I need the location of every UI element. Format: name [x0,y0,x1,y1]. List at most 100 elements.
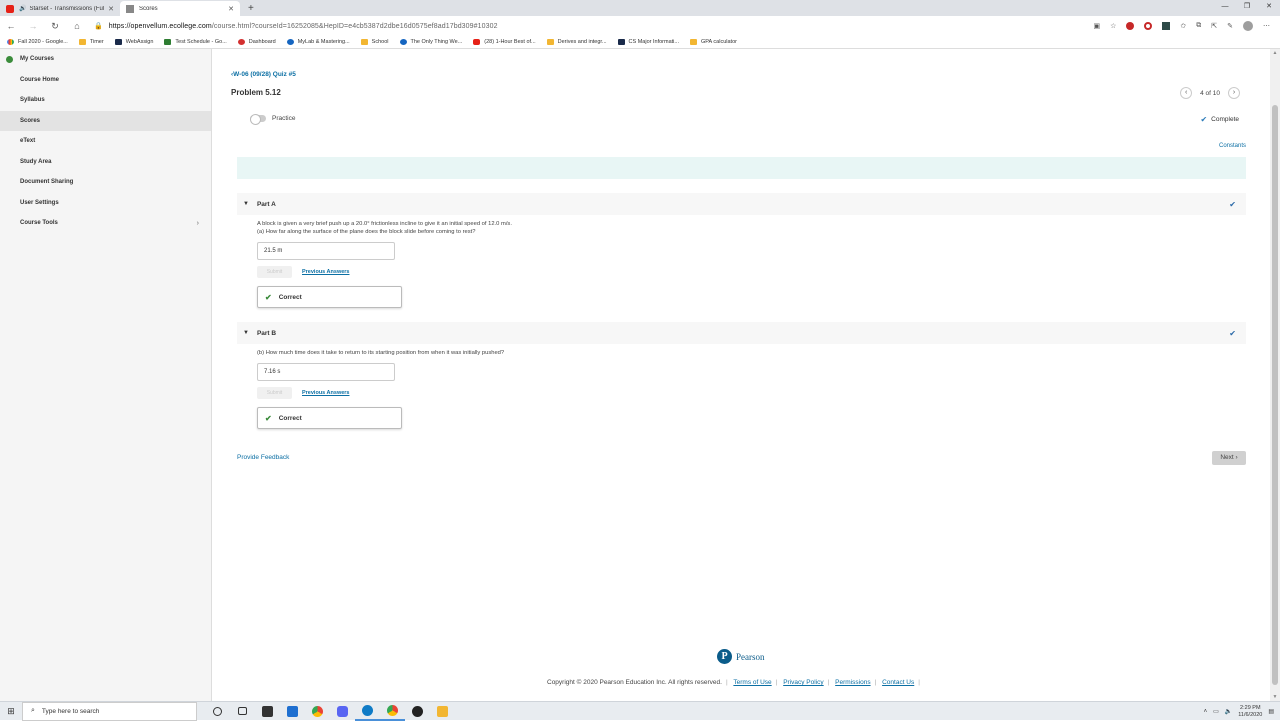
network-icon[interactable]: ▭ [1213,708,1219,715]
close-tab-icon[interactable]: ✕ [108,5,114,13]
bookmarks-bar: Fall 2020 - Google... Timer WebAssign Te… [0,36,1280,49]
next-button[interactable]: Next › [1212,451,1246,465]
folder-icon [689,39,697,45]
previous-problem-icon[interactable]: ‹ [1180,87,1193,99]
scroll-down-icon[interactable]: ▼ [1270,694,1280,700]
forward-icon[interactable]: → [22,21,44,31]
next-problem-icon[interactable]: › [1228,87,1240,99]
sidebar-item-scores[interactable]: Scores [0,110,211,131]
part-b-previous-answers-link[interactable]: Previous Answers [302,390,349,396]
clock[interactable]: 2:29 PM 11/6/2020 [1238,705,1262,719]
mylab-icon [286,39,294,45]
home-icon[interactable]: ⌂ [66,21,88,31]
sidebar-item-course-home[interactable]: Course Home [0,70,211,91]
taskbar-search-input[interactable]: ⌕ Type here to search [22,701,197,721]
sidebar-item-my-courses[interactable]: My Courses [0,49,211,70]
star-icon[interactable]: ☆ [1110,22,1116,30]
provide-feedback-link[interactable]: Provide Feedback [237,454,289,461]
extension-red-icon[interactable] [1126,22,1135,30]
part-b-question: (b) How much time does it take to return… [257,350,505,356]
tab-scores[interactable]: Scores ✕ [120,1,240,16]
part-a-submit-button[interactable]: Submit [257,266,292,278]
favorites-icon[interactable]: ✩ [1180,22,1186,30]
sidebar-item-course-tools[interactable]: Course Tools › [0,213,211,234]
my-courses-icon [6,55,13,63]
collections-icon[interactable]: ⧉ [1196,22,1201,30]
constants-link[interactable]: Constants [1219,143,1246,149]
part-b-correct-box: ✔ Correct [257,407,402,429]
back-to-quiz-link[interactable]: ‹W-06 (09/28) Quiz #5 [231,71,296,78]
new-tab-icon[interactable]: + [248,1,254,16]
back-icon[interactable]: ← [0,21,22,31]
part-a-previous-answers-link[interactable]: Previous Answers [302,269,349,275]
feedback-icon[interactable]: ✎ [1227,22,1233,30]
chrome-active-icon[interactable] [380,702,405,721]
chrome-icon[interactable] [305,702,330,721]
bookmark-item[interactable]: WebAssign [114,39,153,45]
bookmark-item[interactable]: Timer [78,39,104,45]
window-controls: — ❐ ✕ [1214,0,1280,14]
url-field[interactable]: https://openvellum.ecollege.com/course.h… [109,23,1094,30]
bookmark-item[interactable]: Fall 2020 - Google... [7,39,68,45]
app-icon[interactable] [405,702,430,721]
scrollbar-thumb[interactable] [1272,105,1278,685]
lock-icon[interactable]: 🔒 [94,22,103,30]
bookmark-item[interactable]: MyLab & Mastering... [286,39,350,45]
bookmark-item[interactable]: (28) 1-Hour Best of... [473,39,536,45]
tab-starset[interactable]: 🔊 Starset - Transmissions (Ful ✕ [0,1,120,16]
page-count: 4 of 10 [1200,89,1220,97]
volume-icon[interactable]: 🔈 [1225,708,1232,715]
menu-dots-icon[interactable]: ⋯ [1263,22,1270,30]
cortana-icon[interactable] [205,702,230,721]
discord-icon[interactable] [330,702,355,721]
bookmark-item[interactable]: School [360,39,389,45]
page-scrollbar[interactable]: ▲ ▼ [1270,49,1280,701]
mail-icon[interactable] [280,702,305,721]
part-a-answer-field[interactable]: 21.5 m [257,242,395,260]
minimize-icon[interactable]: — [1214,0,1236,14]
part-a-header[interactable]: ▼ Part A ✔ [237,193,1246,215]
part-b-answer-field[interactable]: 7.16 s [257,363,395,381]
practice-toggle[interactable] [250,114,266,125]
collapse-triangle-icon[interactable]: ▼ [243,201,249,207]
extension-ring-icon[interactable] [1144,22,1153,30]
profile-avatar[interactable] [1243,21,1253,31]
close-window-icon[interactable]: ✕ [1258,0,1280,14]
bookmark-item[interactable]: GPA calculator [689,39,737,45]
part-b-submit-button[interactable]: Submit [257,387,292,399]
sidebar-item-etext[interactable]: eText [0,131,211,152]
tab-label: Starset - Transmissions (Ful [29,5,105,12]
maximize-icon[interactable]: ❐ [1236,0,1258,14]
reload-icon[interactable]: ↻ [44,21,66,32]
file-explorer-icon[interactable] [430,702,455,721]
store-icon[interactable] [255,702,280,721]
pearson-p-icon: P [717,649,732,664]
sidebar-item-study-area[interactable]: Study Area [0,152,211,173]
contact-link[interactable]: Contact Us [882,679,914,686]
bookmark-item[interactable]: The Only Thing We... [399,39,462,45]
notifications-icon[interactable]: ▤ [1268,708,1274,715]
edge-icon[interactable] [355,702,380,721]
bookmark-item[interactable]: Derives and integr... [546,39,607,45]
chevron-up-icon[interactable]: ˄ [1204,709,1208,715]
privacy-link[interactable]: Privacy Policy [783,679,823,686]
bookmark-item[interactable]: Test Schedule - Go... [164,39,227,45]
terms-link[interactable]: Terms of Use [733,679,771,686]
bookmark-item[interactable]: Dashboard [237,39,276,45]
scroll-up-icon[interactable]: ▲ [1270,50,1280,56]
part-b-header[interactable]: ▼ Part B ✔ [237,322,1246,344]
sidebar-item-document-sharing[interactable]: Document Sharing [0,172,211,193]
problem-banner [237,157,1246,179]
camera-blocked-icon[interactable]: ▣ [1093,22,1100,30]
sidebar-item-syllabus[interactable]: Syllabus [0,90,211,111]
permissions-link[interactable]: Permissions [835,679,870,686]
task-view-icon[interactable] [230,702,255,721]
close-tab-icon[interactable]: ✕ [228,5,234,13]
extension-dark-icon[interactable] [1162,22,1171,30]
sidebar-item-user-settings[interactable]: User Settings [0,193,211,214]
speaker-icon[interactable]: 🔊 [19,5,26,12]
share-icon[interactable]: ⇱ [1211,22,1217,30]
collapse-triangle-icon[interactable]: ▼ [243,330,249,336]
windows-start-icon[interactable]: ⊞ [0,706,22,717]
bookmark-item[interactable]: CS Major Informati... [617,39,679,45]
